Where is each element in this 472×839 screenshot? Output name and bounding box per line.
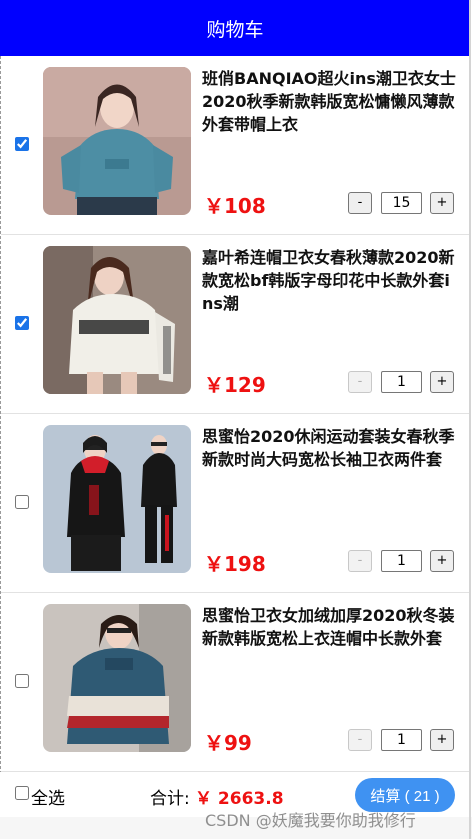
- quantity-input[interactable]: 1: [381, 371, 422, 393]
- quantity-stepper: - 1 +: [348, 371, 454, 393]
- product-title[interactable]: 思蜜怡2020休闲运动套装女春秋季新款时尚大码宽松长袖卫衣两件套: [202, 425, 460, 471]
- product-price: ￥99: [204, 731, 252, 755]
- blue-hoodie-photo: [43, 604, 191, 752]
- cart-item: 班俏BANQIAO超火ins潮卫衣女士2020秋季新款韩版宽松慵懒风薄款外套带帽…: [1, 56, 469, 235]
- product-image[interactable]: [43, 425, 191, 573]
- black-tracksuit-photo: [43, 425, 191, 573]
- product-image[interactable]: [43, 246, 191, 394]
- watermark: CSDN @妖魔我要你助我修行: [205, 811, 416, 830]
- item-checkbox[interactable]: [15, 674, 29, 688]
- decrease-button[interactable]: -: [348, 192, 372, 214]
- quantity-stepper: - 1 +: [348, 729, 454, 751]
- product-title[interactable]: 班俏BANQIAO超火ins潮卫衣女士2020秋季新款韩版宽松慵懒风薄款外套带帽…: [202, 67, 460, 136]
- product-image[interactable]: [43, 604, 191, 752]
- quantity-input[interactable]: 15: [381, 192, 422, 214]
- product-price: ￥198: [204, 552, 266, 576]
- increase-button[interactable]: +: [430, 729, 454, 751]
- product-title[interactable]: 嘉叶希连帽卫衣女春秋薄款2020新款宽松bf韩版字母印花中长款外套ins潮: [202, 246, 460, 315]
- select-all-checkbox[interactable]: [15, 786, 29, 800]
- cart-item: 思蜜怡2020休闲运动套装女春秋季新款时尚大码宽松长袖卫衣两件套 ￥198 - …: [1, 414, 469, 593]
- decrease-button[interactable]: -: [348, 729, 372, 751]
- page-header: 购物车: [0, 0, 470, 56]
- select-all-label[interactable]: 全选: [31, 784, 65, 809]
- cart-list: 班俏BANQIAO超火ins潮卫衣女士2020秋季新款韩版宽松慵懒风薄款外套带帽…: [1, 56, 469, 772]
- increase-button[interactable]: +: [430, 371, 454, 393]
- product-price: ￥129: [204, 373, 266, 397]
- cart-item: 思蜜怡卫衣女加绒加厚2020秋冬装新款韩版宽松上衣连帽中长款外套 ￥99 - 1…: [1, 593, 469, 772]
- cart-item: 嘉叶希连帽卫衣女春秋薄款2020新款宽松bf韩版字母印花中长款外套ins潮 ￥1…: [1, 235, 469, 414]
- item-checkbox[interactable]: [15, 495, 29, 509]
- decrease-button[interactable]: -: [348, 550, 372, 572]
- quantity-input[interactable]: 1: [381, 550, 422, 572]
- teal-hoodie-photo: [43, 67, 191, 215]
- page-title: 购物车: [206, 18, 264, 41]
- frame-right-border: [469, 0, 471, 839]
- increase-button[interactable]: +: [430, 550, 454, 572]
- product-title[interactable]: 思蜜怡卫衣女加绒加厚2020秋冬装新款韩版宽松上衣连帽中长款外套: [202, 604, 460, 650]
- product-image[interactable]: [43, 67, 191, 215]
- white-printed-hoodie-photo: [43, 246, 191, 394]
- quantity-stepper: - 15 +: [348, 192, 454, 214]
- increase-button[interactable]: +: [430, 192, 454, 214]
- quantity-input[interactable]: 1: [381, 729, 422, 751]
- product-price: ￥108: [204, 194, 266, 218]
- item-checkbox[interactable]: [15, 137, 29, 151]
- total-label: 合计:: [150, 789, 190, 809]
- quantity-stepper: - 1 +: [348, 550, 454, 572]
- total-price: ￥ 2663.8: [195, 789, 284, 809]
- decrease-button[interactable]: -: [348, 371, 372, 393]
- item-checkbox[interactable]: [15, 316, 29, 330]
